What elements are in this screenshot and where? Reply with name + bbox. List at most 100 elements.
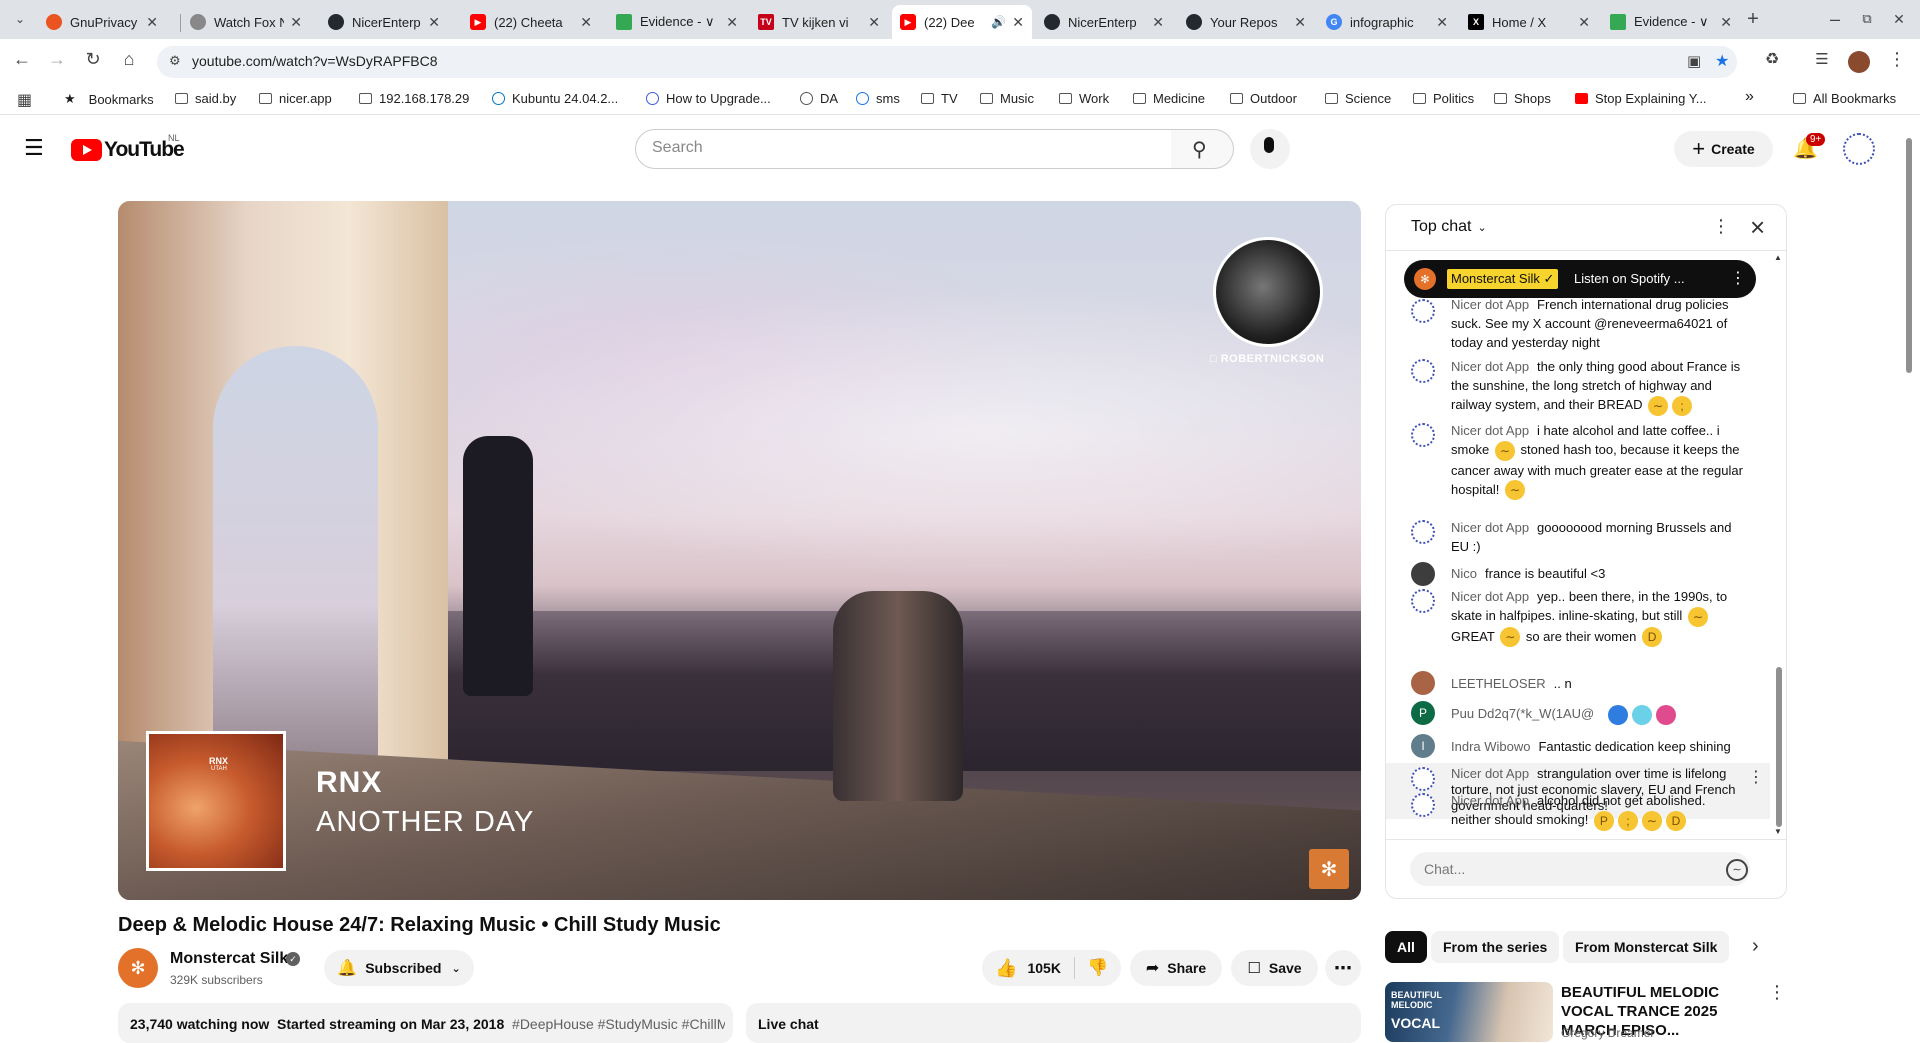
bookmark-item[interactable]: Medicine bbox=[1133, 91, 1205, 106]
forward-icon[interactable]: → bbox=[45, 47, 69, 71]
close-icon[interactable]: ✕ bbox=[1578, 14, 1590, 31]
chat-scrollbar-thumb[interactable] bbox=[1776, 667, 1782, 827]
browser-menu-icon[interactable]: ⋮ bbox=[1885, 47, 1909, 71]
bookmark-item[interactable]: said.by bbox=[175, 91, 236, 106]
bookmark-item[interactable]: Politics bbox=[1413, 91, 1474, 106]
chip-from-channel[interactable]: From Monstercat Silk bbox=[1563, 931, 1730, 963]
chat-scroll-up-icon[interactable]: ▲ bbox=[1774, 253, 1782, 262]
profile-avatar[interactable] bbox=[1848, 51, 1870, 73]
browser-tab[interactable]: Your Repos ✕ bbox=[1178, 7, 1314, 37]
like-button[interactable]: 👍 105K bbox=[982, 950, 1074, 986]
site-info-icon[interactable]: ⚙ bbox=[169, 53, 181, 69]
emoji-picker-icon[interactable]: ∼ bbox=[1726, 859, 1748, 881]
browser-tab[interactable]: G infographic ✕ bbox=[1318, 7, 1456, 37]
close-icon[interactable]: ✕ bbox=[1720, 14, 1732, 31]
browser-tab-active[interactable]: ▶ (22) Dee 🔊 ✕ bbox=[892, 5, 1032, 39]
voice-search-button[interactable] bbox=[1250, 129, 1290, 169]
extensions-icon[interactable]: ♻ bbox=[1760, 47, 1784, 71]
chat-avatar[interactable] bbox=[1411, 299, 1435, 323]
pinned-message-banner[interactable]: ✻ Monstercat Silk ✓ Listen on Spotify ..… bbox=[1404, 260, 1756, 298]
chat-avatar[interactable] bbox=[1411, 793, 1435, 817]
recommendation-channel[interactable]: Gregory Dreamer bbox=[1561, 1026, 1654, 1040]
browser-tab[interactable]: Evidence - ∨ ✕ bbox=[1602, 7, 1740, 37]
browser-tab[interactable]: GnuPrivacy ✕ bbox=[38, 7, 166, 37]
search-box[interactable] bbox=[635, 129, 1172, 169]
save-button[interactable]: ☐ Save bbox=[1231, 950, 1318, 986]
dislike-button[interactable]: 👎 bbox=[1075, 950, 1121, 986]
search-button[interactable]: ⚲ bbox=[1171, 129, 1234, 169]
share-button[interactable]: ➦ Share bbox=[1130, 950, 1222, 986]
install-app-icon[interactable]: ▣ bbox=[1687, 52, 1701, 70]
restore-icon[interactable]: ⧉ bbox=[1855, 7, 1879, 31]
tab-search-icon[interactable]: ⌄ bbox=[8, 7, 32, 31]
chat-close-icon[interactable]: × bbox=[1750, 212, 1765, 243]
monstercat-watermark-icon[interactable]: ✻ bbox=[1309, 849, 1349, 889]
close-icon[interactable]: ✕ bbox=[1436, 14, 1448, 31]
close-icon[interactable]: ✕ bbox=[290, 14, 302, 31]
bookmark-item[interactable]: nicer.app bbox=[259, 91, 332, 106]
chat-input[interactable] bbox=[1410, 852, 1750, 886]
recommendation-menu-icon[interactable]: ⋮ bbox=[1768, 982, 1786, 1003]
subscribed-button[interactable]: 🔔 Subscribed ⌄ bbox=[324, 950, 474, 986]
chat-avatar[interactable] bbox=[1411, 562, 1435, 586]
chat-avatar[interactable]: I bbox=[1411, 734, 1435, 758]
address-bar[interactable]: ⚙ youtube.com/watch?v=WsDyRAPFBC8 ▣ ★ bbox=[157, 46, 1737, 78]
video-player[interactable]: □ ROBERTNICKSON RNX UTAH RNX ANOTHER DAY… bbox=[118, 201, 1361, 900]
close-icon[interactable]: ✕ bbox=[1294, 14, 1306, 31]
minimize-icon[interactable]: – bbox=[1823, 7, 1847, 31]
back-icon[interactable]: ← bbox=[10, 47, 34, 71]
bookmark-item[interactable]: 192.168.178.29 bbox=[359, 91, 469, 106]
chat-avatar[interactable] bbox=[1411, 520, 1435, 544]
close-icon[interactable]: ✕ bbox=[1152, 14, 1164, 31]
bookmark-item[interactable]: sms bbox=[856, 91, 900, 106]
bookmark-item[interactable]: Science bbox=[1325, 91, 1391, 106]
chat-avatar[interactable] bbox=[1411, 589, 1435, 613]
browser-tab[interactable]: TV TV kijken vi ✕ bbox=[750, 7, 888, 37]
chevron-right-icon[interactable]: › bbox=[1752, 935, 1759, 958]
create-button[interactable]: + Create bbox=[1674, 131, 1773, 167]
hashtags[interactable]: #DeepHouse #StudyMusic #ChillM bbox=[512, 1016, 725, 1032]
browser-tab[interactable]: Watch Fox N ✕ bbox=[182, 7, 310, 37]
bookmark-item[interactable]: Stop Explaining Y... bbox=[1575, 91, 1707, 106]
close-icon[interactable]: ✕ bbox=[868, 14, 880, 31]
browser-tab[interactable]: ▶ (22) Cheeta ✕ bbox=[462, 7, 600, 37]
hamburger-menu-icon[interactable]: ☰ bbox=[24, 135, 44, 161]
reload-icon[interactable]: ↻ bbox=[81, 47, 105, 71]
bookmark-item[interactable]: Music bbox=[980, 91, 1034, 106]
pinned-menu-icon[interactable]: ⋮ bbox=[1730, 268, 1746, 288]
bookmark-item[interactable]: Shops bbox=[1494, 91, 1551, 106]
browser-tab[interactable]: NicerEnterp ✕ bbox=[1036, 7, 1172, 37]
chat-message-menu-icon[interactable]: ⋮ bbox=[1748, 767, 1764, 787]
recommendation-thumbnail[interactable]: BEAUTIFUL MELODIC VOCAL bbox=[1385, 982, 1553, 1042]
bookmark-item[interactable]: TV bbox=[921, 91, 958, 106]
close-icon[interactable]: ✕ bbox=[726, 14, 738, 31]
bookmark-item[interactable]: How to Upgrade... bbox=[646, 91, 771, 106]
live-chat-section[interactable]: Live chat bbox=[746, 1003, 1361, 1043]
more-bookmarks-button[interactable]: » bbox=[1745, 88, 1754, 106]
bookmark-item[interactable]: DA bbox=[800, 91, 838, 106]
chat-avatar[interactable] bbox=[1411, 359, 1435, 383]
account-avatar[interactable] bbox=[1843, 133, 1875, 165]
page-scrollbar-thumb[interactable] bbox=[1906, 138, 1912, 373]
search-input[interactable] bbox=[652, 139, 1152, 157]
home-icon[interactable]: ⌂ bbox=[117, 47, 141, 71]
chat-avatar[interactable]: P bbox=[1411, 701, 1435, 725]
chat-mode-dropdown[interactable]: Top chat ⌄ bbox=[1411, 218, 1487, 236]
bookmark-item[interactable]: Kubuntu 24.04.2... bbox=[492, 91, 618, 106]
channel-avatar[interactable]: ✻ bbox=[118, 948, 158, 988]
close-icon[interactable]: ✕ bbox=[428, 14, 440, 31]
window-close-icon[interactable]: ✕ bbox=[1887, 7, 1911, 31]
bookmark-item[interactable]: Work bbox=[1059, 91, 1109, 106]
description-box[interactable]: 23,740 watching now Started streaming on… bbox=[118, 1003, 733, 1043]
chat-scroll-down-icon[interactable]: ▼ bbox=[1774, 827, 1782, 836]
speaker-icon[interactable]: 🔊 bbox=[991, 15, 1006, 29]
apps-grid-icon[interactable]: ▦ bbox=[17, 90, 32, 110]
browser-tab[interactable]: Evidence - ∨ ✕ bbox=[608, 7, 746, 37]
chat-more-icon[interactable]: ⋮ bbox=[1712, 216, 1730, 237]
browser-tab[interactable]: X Home / X ✕ bbox=[1460, 7, 1598, 37]
youtube-logo-icon[interactable] bbox=[71, 139, 102, 161]
browser-tab[interactable]: NicerEnterp ✕ bbox=[320, 7, 448, 37]
channel-name[interactable]: Monstercat Silk bbox=[170, 950, 288, 968]
media-control-icon[interactable]: ☰ bbox=[1810, 47, 1834, 71]
close-icon[interactable]: ✕ bbox=[146, 14, 158, 31]
